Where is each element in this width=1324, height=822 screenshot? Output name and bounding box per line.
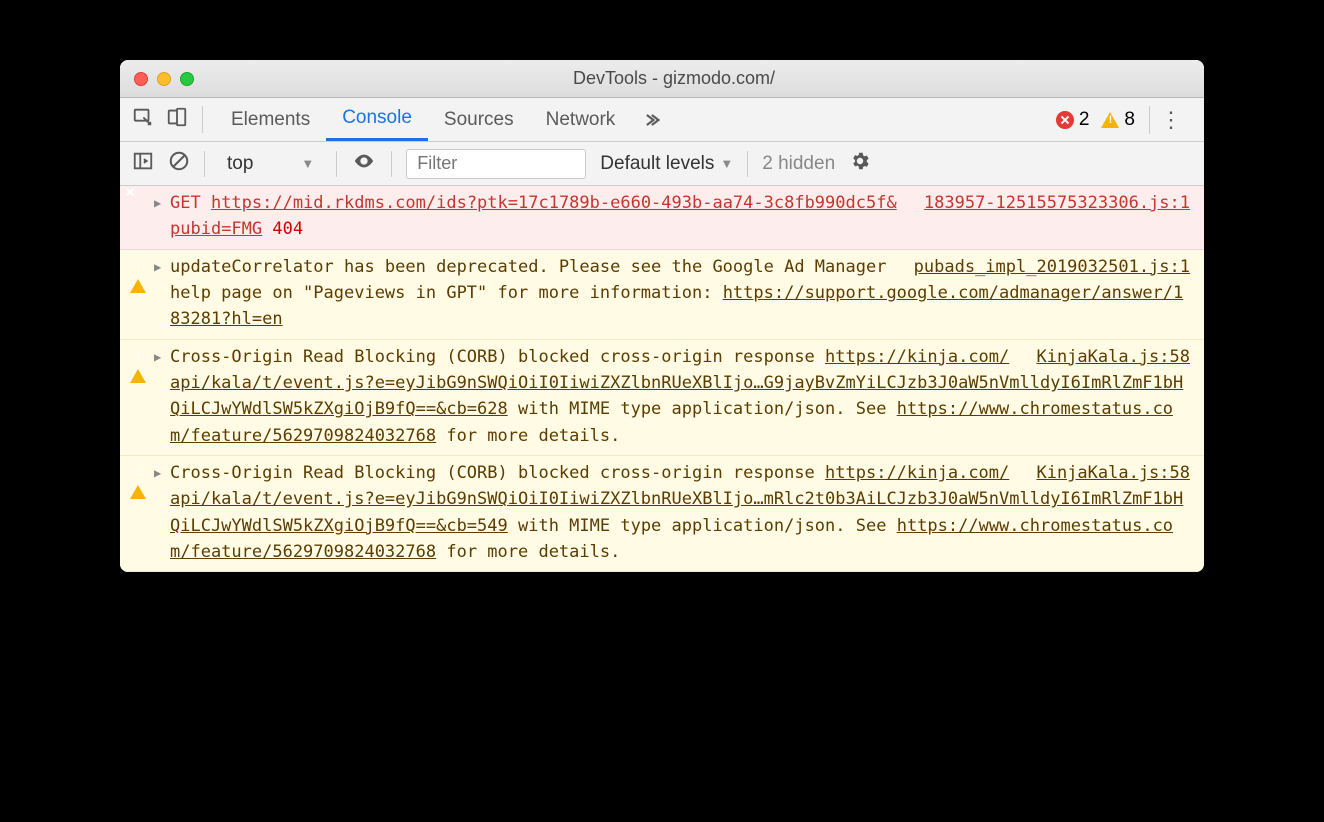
toggle-sidebar-icon[interactable] (132, 150, 154, 177)
console-message: ▶KinjaKala.js:58Cross-Origin Read Blocki… (120, 456, 1204, 572)
live-expression-icon[interactable] (351, 150, 377, 177)
message-text: 183957-12515575323306.js:1GET https://mi… (170, 190, 1200, 243)
settings-menu-button[interactable]: ⋮ (1149, 106, 1192, 134)
message-text: pubads_impl_2019032501.js:1updateCorrela… (170, 254, 1200, 333)
console-message: ▶183957-12515575323306.js:1GET https://m… (120, 186, 1204, 250)
window-title: DevTools - gizmodo.com/ (208, 68, 1140, 89)
minimize-button[interactable] (157, 72, 171, 86)
device-toolbar-icon[interactable] (166, 106, 188, 133)
filter-input[interactable] (406, 149, 586, 179)
expand-arrow-icon[interactable]: ▶ (154, 190, 170, 243)
tab-console[interactable]: Console (326, 98, 428, 141)
expand-arrow-icon[interactable]: ▶ (154, 254, 170, 333)
chevron-down-icon: ▼ (301, 156, 314, 171)
hidden-messages-count[interactable]: 2 hidden (762, 153, 835, 175)
warning-icon (130, 344, 154, 449)
expand-arrow-icon[interactable]: ▶ (154, 344, 170, 449)
error-icon (1056, 111, 1074, 129)
context-selector[interactable]: top ▼ (219, 153, 322, 175)
context-value: top (227, 153, 253, 175)
warning-icon (1101, 112, 1119, 128)
log-level-selector[interactable]: Default levels ▼ (600, 153, 733, 175)
console-message: ▶KinjaKala.js:58Cross-Origin Read Blocki… (120, 340, 1204, 456)
console-message: ▶pubads_impl_2019032501.js:1updateCorrel… (120, 250, 1204, 340)
issue-badges: 2 8 (1056, 109, 1135, 131)
tabbar: Elements Console Sources Network 2 8 ⋮ (120, 98, 1204, 142)
devtools-window: DevTools - gizmodo.com/ Elements Console… (120, 60, 1204, 572)
inspect-element-icon[interactable] (132, 106, 154, 133)
tab-elements[interactable]: Elements (215, 98, 326, 141)
source-link[interactable]: KinjaKala.js:58 (1036, 347, 1190, 367)
zoom-button[interactable] (180, 72, 194, 86)
warning-count-badge[interactable]: 8 (1101, 109, 1135, 131)
console-toolbar: top ▼ Default levels ▼ 2 hidden (120, 142, 1204, 186)
level-label: Default levels (600, 153, 714, 175)
chevron-down-icon: ▼ (720, 156, 733, 171)
tab-sources[interactable]: Sources (428, 98, 530, 141)
warning-count: 8 (1124, 109, 1135, 131)
panel-tabs: Elements Console Sources Network (215, 98, 671, 141)
more-tabs-button[interactable] (631, 98, 671, 141)
error-count: 2 (1079, 109, 1090, 131)
source-link[interactable]: 183957-12515575323306.js:1 (924, 193, 1190, 213)
warning-icon (130, 460, 154, 565)
traffic-lights (134, 72, 194, 86)
error-count-badge[interactable]: 2 (1056, 109, 1090, 131)
message-text: KinjaKala.js:58Cross-Origin Read Blockin… (170, 344, 1200, 449)
titlebar: DevTools - gizmodo.com/ (120, 60, 1204, 98)
source-link[interactable]: pubads_impl_2019032501.js:1 (914, 257, 1190, 277)
source-link[interactable]: KinjaKala.js:58 (1036, 463, 1190, 483)
error-icon (130, 190, 154, 243)
close-button[interactable] (134, 72, 148, 86)
clear-console-icon[interactable] (168, 150, 190, 177)
expand-arrow-icon[interactable]: ▶ (154, 460, 170, 565)
warning-icon (130, 254, 154, 333)
console-log-area: ▶183957-12515575323306.js:1GET https://m… (120, 186, 1204, 572)
tab-network[interactable]: Network (530, 98, 632, 141)
message-text: KinjaKala.js:58Cross-Origin Read Blockin… (170, 460, 1200, 565)
console-settings-icon[interactable] (849, 150, 871, 177)
